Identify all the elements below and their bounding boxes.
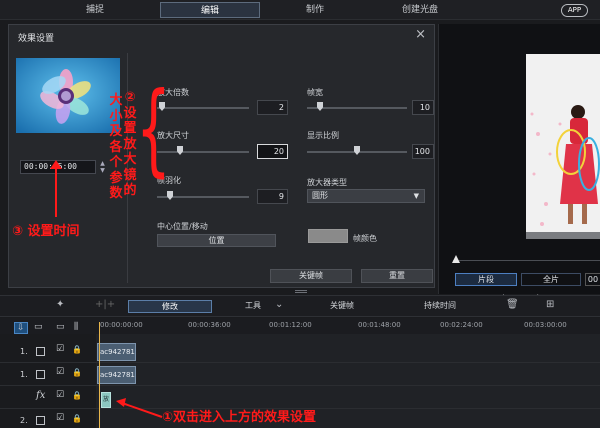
duration-button[interactable]: 持续时间 [416,300,464,313]
preview-panel: 片段 全片 00 ▷ □ ◁| ▲ |▷ ▷▷ ◎ ▣ [438,24,600,305]
video-clip[interactable]: ac9427818 [97,343,136,361]
timeline-toolbar: ✦ +|+ 修改 工具 ⌄ 关键帧 持续时间 🗑 ⊞ [0,295,600,317]
modify-button[interactable]: 修改 [128,300,212,313]
preview-scrubber[interactable] [453,260,600,261]
track-enable-checkbox[interactable]: ☑ [56,390,64,400]
chevron-down-icon[interactable]: ⌄ [275,299,283,310]
fx-clip[interactable]: 放 [101,392,111,408]
timeline-playhead[interactable] [99,322,100,428]
video-track-icon [36,347,45,356]
video-preview [526,54,600,239]
time-up-icon[interactable]: ▲ [98,160,107,167]
track-audio-1: 1. ☑ 🔒 [0,364,600,386]
frame-width-label: 帧宽 [307,88,323,97]
track-fx: fx ☑ 🔒 [0,387,600,409]
clip-name: ac9427818 [100,371,136,379]
track-enable-checkbox[interactable]: ☑ [56,344,64,354]
keyframe-button[interactable]: 关键帧 [270,269,352,283]
zoom-size-input[interactable]: 20 [257,144,288,159]
magnifier-type-label: 放大器类型 [307,178,347,187]
annotation-double-click: ①双击进入上方的效果设置 [162,410,317,425]
tab-clip[interactable]: 片段 [455,273,517,286]
ruler-tick-label: 00:01:48:00 [358,321,401,329]
frame-feather-slider-handle[interactable] [167,191,173,200]
annotation-arrow-up-icon [50,160,62,217]
storyboard-icon[interactable]: ⇩ [14,322,28,334]
ruler-tick-label: 00:03:00:00 [524,321,567,329]
insert-icon[interactable]: ⊞ [546,299,554,310]
annotation-brace-icon: { [136,70,171,187]
track-label: 1. [20,370,28,379]
tab-edit[interactable]: 编辑 [160,2,260,18]
keyframe-toolbar-button[interactable]: 关键帧 [322,300,362,313]
frame-color-label: 帧颜色 [353,234,377,243]
center-position-label: 中心位置/移动 [157,222,208,231]
tab-create-disc[interactable]: 创建光盘 [380,2,460,18]
dialog-title: 效果设置 [18,34,55,44]
magnifier-type-select[interactable]: 圆形 ▼ [307,189,425,203]
split-icon[interactable]: +|+ [95,299,115,310]
annotation-size-column-2: ②设置放大镜的 [123,90,137,198]
clip-name: ac9427818 [100,348,136,356]
lock-icon[interactable]: 🔒 [72,391,82,400]
annotation-size-column-1: 大小及各个参数 [109,93,123,201]
position-button[interactable]: 位置 [157,234,276,247]
lock-icon[interactable]: 🔒 [72,414,82,423]
fx-icon: fx [36,390,46,401]
reset-button[interactable]: 重置 [361,269,433,283]
annotation-arrow-left-icon [116,398,163,418]
panel-resize-handle[interactable] [295,290,307,293]
lock-icon[interactable]: 🔒 [72,368,82,377]
track-enable-checkbox[interactable]: ☑ [56,367,64,377]
tab-full[interactable]: 全片 [521,273,581,286]
magic-wand-icon[interactable]: ✦ [56,299,64,310]
timeline-ruler[interactable]: 00:00:00:00 00:00:36:00 00:01:12:00 00:0… [96,318,600,334]
audio-mix-icon[interactable]: ⫼ [74,322,78,332]
frame-width-slider-handle[interactable] [317,102,323,111]
trash-icon[interactable]: 🗑 [506,299,519,310]
track-label: 1. [20,347,28,356]
monitor-icon[interactable]: ▭ [56,322,65,332]
scrubber-handle[interactable] [452,255,460,263]
annotation-set-time: ③ 设置时间 [12,224,80,239]
track-video-1: 1. ☑ 🔒 [0,341,600,363]
tools-button[interactable]: 工具 [238,300,268,313]
video-track-icon [36,416,45,425]
display-ratio-slider-handle[interactable] [354,146,360,155]
frame-color-swatch[interactable] [308,229,348,243]
magnifier-type-value: 圆形 [312,191,328,200]
effects-settings-dialog: 效果设置 × 00:00:05:00 ▲ ▼ 放大倍数 2 放大尺寸 20 帧羽… [8,24,435,288]
frame-width-input[interactable]: 10 [412,100,434,115]
effect-preview-thumbnail [16,58,120,133]
app-button[interactable]: APP [561,4,588,17]
chevron-down-icon: ▼ [413,192,419,200]
close-icon[interactable]: × [415,27,426,42]
ruler-tick-label: 00:02:24:00 [440,321,483,329]
audio-clip[interactable]: ac9427818 [97,366,136,384]
zoom-factor-input[interactable]: 2 [257,100,288,115]
speaker-icon [36,370,45,379]
display-ratio-input[interactable]: 100 [412,144,434,159]
tab-capture[interactable]: 捕捉 [60,2,130,18]
track-enable-checkbox[interactable]: ☑ [56,413,64,423]
ruler-tick-label: 00:00:00:00 [100,321,143,329]
frame-feather-input[interactable]: 9 [257,189,288,204]
lock-icon[interactable]: 🔒 [72,345,82,354]
timeline-view-icon[interactable]: ▭ [34,322,43,332]
tab-produce[interactable]: 制作 [280,2,350,18]
ruler-tick-label: 00:01:12:00 [269,321,312,329]
top-menu-bar: 捕捉 编辑 制作 创建光盘 APP [0,0,600,20]
display-ratio-label: 显示比例 [307,131,339,140]
ruler-tick-label: 00:00:36:00 [188,321,231,329]
time-readout: 00 [585,273,600,286]
track-label: 2. [20,416,28,425]
time-down-icon[interactable]: ▼ [98,167,107,174]
zoom-size-slider-handle[interactable] [177,146,183,155]
